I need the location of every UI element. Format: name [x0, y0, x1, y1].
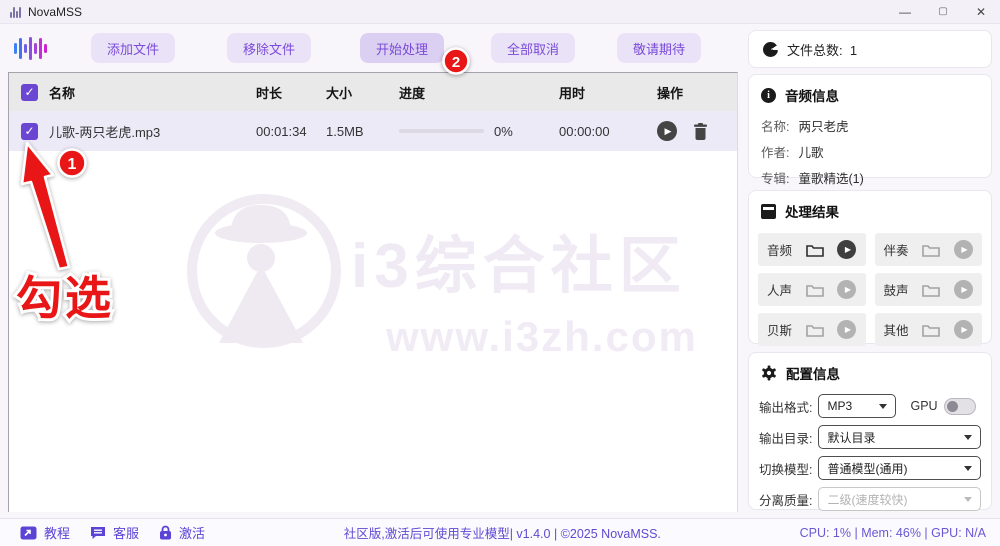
progress-cell: 0%	[399, 124, 559, 139]
maximize-icon[interactable]: ▢	[924, 0, 962, 23]
file-elapsed: 00:00:00	[559, 123, 610, 139]
close-icon[interactable]: ✕	[962, 0, 1000, 23]
save-icon	[761, 203, 776, 219]
info-icon: i	[761, 87, 776, 103]
play-icon[interactable]: ▶	[657, 121, 677, 141]
audio-artist-row: 作者: 儿歌	[761, 146, 824, 160]
chevron-down-icon	[964, 465, 972, 471]
folder-icon[interactable]	[805, 283, 824, 297]
config-card: 配置信息 输出格式: MP3 GPU 输出目录: 默认目录 切换模型: 普通模型…	[748, 352, 992, 511]
output-dir-row: 输出目录: 默认目录	[749, 425, 991, 449]
lock-icon	[160, 525, 172, 540]
audio-info-title: 音频信息	[785, 89, 839, 104]
minimize-icon[interactable]: —	[886, 0, 924, 23]
file-count-value: 1	[849, 42, 858, 58]
progress-bar	[399, 129, 484, 133]
window-title: NovaMSS	[28, 4, 83, 19]
folder-icon[interactable]	[805, 243, 824, 257]
watermark-title: i3综合社区	[351, 232, 687, 301]
result-accompaniment: 伴奏 ▶	[874, 233, 982, 266]
play-icon[interactable]: ▶	[953, 320, 973, 339]
activate-link[interactable]: 激活	[159, 523, 205, 542]
title-bar: NovaMSS — ▢ ✕	[0, 0, 1000, 24]
trash-icon[interactable]	[693, 122, 708, 140]
output-dir-select[interactable]: 默认目录	[818, 425, 981, 449]
model-row: 切换模型: 普通模型(通用)	[749, 456, 991, 480]
novamss-window: NovaMSS — ▢ ✕ 添加文件 移除文件 开始处理 全部取消 敬请期待 文…	[0, 0, 1000, 546]
result-vocals: 人声 ▶	[758, 273, 866, 306]
coming-soon-button[interactable]: 敬请期待	[617, 33, 701, 63]
gpu-toggle[interactable]	[943, 397, 976, 415]
folder-icon[interactable]	[922, 283, 941, 297]
tutorial-icon	[20, 526, 37, 539]
pie-chart-icon	[763, 41, 778, 57]
results-title: 处理结果	[785, 205, 839, 220]
output-format-row: 输出格式: MP3 GPU	[749, 394, 991, 418]
col-name: 名称	[49, 85, 76, 101]
folder-icon[interactable]	[805, 323, 824, 337]
app-waveform-icon	[10, 6, 21, 18]
play-icon[interactable]: ▶	[837, 280, 857, 299]
row-checkbox[interactable]	[21, 122, 38, 140]
results-grid: 音频 ▶ 伴奏 ▶ 人声 ▶ 鼓声 ▶ 贝斯 ▶ 其他 ▶	[749, 225, 991, 346]
chevron-down-icon	[879, 403, 888, 409]
file-size: 1.5MB	[326, 123, 364, 139]
audio-album-row: 专辑: 童歌精选(1)	[761, 172, 864, 186]
result-audio: 音频 ▶	[758, 233, 866, 266]
annotation-circle-2	[442, 47, 470, 75]
play-icon[interactable]: ▶	[953, 240, 973, 259]
window-controls: — ▢ ✕	[886, 0, 1000, 23]
play-icon[interactable]: ▶	[953, 280, 973, 299]
play-icon[interactable]: ▶	[837, 240, 857, 259]
col-elapsed: 用时	[559, 85, 586, 101]
progress-value: 0%	[494, 123, 513, 139]
file-name: 儿歌-两只老虎.mp3	[49, 124, 161, 140]
chevron-down-icon	[964, 496, 972, 502]
folder-icon[interactable]	[922, 243, 941, 257]
result-drums: 鼓声 ▶	[874, 273, 982, 306]
output-format-select[interactable]: MP3	[818, 394, 897, 418]
tutorial-link[interactable]: 教程	[20, 523, 70, 542]
col-progress: 进度	[399, 85, 426, 101]
start-process-button[interactable]: 开始处理	[360, 33, 444, 63]
col-size: 大小	[326, 85, 353, 101]
quality-select: 二级(速度较快)	[818, 487, 981, 511]
status-bar: 教程 客服 激活 社区版,激活后可使用专业模型| v1.4.0 | ©2025 …	[0, 518, 1000, 546]
support-link[interactable]: 客服	[90, 523, 139, 542]
select-all-checkbox[interactable]	[21, 83, 38, 101]
quality-row: 分离质量: 二级(速度较快)	[749, 487, 991, 511]
cancel-all-button[interactable]: 全部取消	[491, 33, 575, 63]
audio-info-card: i 音频信息 名称: 两只老虎 作者: 儿歌 专辑: 童歌精选(1)	[748, 74, 992, 186]
watermark-url: www.i3zh.com	[385, 313, 698, 360]
result-bass: 贝斯 ▶	[758, 313, 866, 346]
config-title: 配置信息	[786, 367, 840, 382]
result-other: 其他 ▶	[874, 313, 982, 346]
col-operations: 操作	[657, 85, 684, 101]
audio-name-row: 名称: 两只老虎	[761, 120, 849, 134]
file-count-card: 文件总数: 1	[748, 30, 992, 68]
chat-icon	[91, 526, 106, 539]
app-logo-waveform-icon	[14, 35, 47, 61]
system-stats: CPU: 1% | Mem: 46% | GPU: N/A	[799, 525, 986, 540]
version-text: 社区版,激活后可使用专业模型| v1.4.0 | ©2025 NovaMSS.	[343, 527, 661, 541]
file-list: i3综合社区 www.i3zh.com 名称 时长 大小 进度 用时 操作 儿歌…	[8, 72, 738, 512]
play-icon[interactable]: ▶	[837, 320, 857, 339]
annotation-step-2: 2	[452, 54, 460, 71]
gear-icon	[762, 365, 776, 381]
gpu-label: GPU	[910, 399, 938, 413]
remove-file-button[interactable]: 移除文件	[227, 33, 311, 63]
model-select[interactable]: 普通模型(通用)	[818, 456, 981, 480]
add-file-button[interactable]: 添加文件	[91, 33, 175, 63]
table-row[interactable]: 儿歌-两只老虎.mp3 00:01:34 1.5MB 0% 00:00:00 ▶	[9, 111, 737, 151]
table-header: 名称 时长 大小 进度 用时 操作	[9, 73, 737, 111]
file-duration: 00:01:34	[256, 123, 307, 139]
file-count-label: 文件总数:	[787, 42, 843, 58]
folder-icon[interactable]	[922, 323, 941, 337]
row-operations: ▶	[649, 121, 737, 141]
results-card: 处理结果 音频 ▶ 伴奏 ▶ 人声 ▶ 鼓声 ▶ 贝斯 ▶ 其他 ▶	[748, 190, 992, 346]
chevron-down-icon	[964, 434, 972, 440]
col-duration: 时长	[256, 85, 283, 101]
